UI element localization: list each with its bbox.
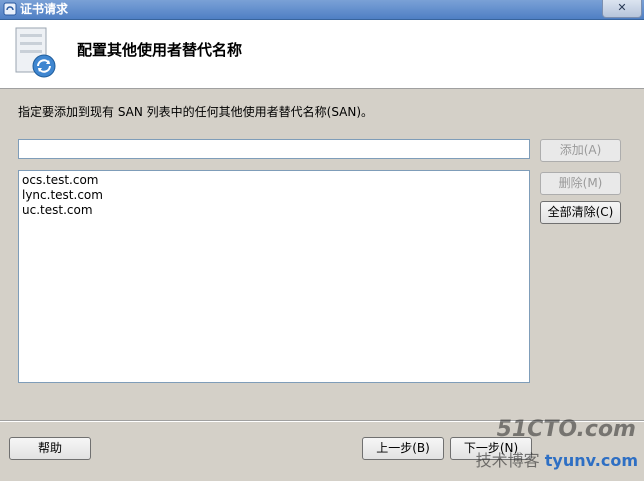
list-item[interactable]: uc.test.com <box>22 203 526 218</box>
certificate-request-icon <box>15 27 56 78</box>
add-button[interactable]: 添加(A) <box>540 139 621 162</box>
page-title: 配置其他使用者替代名称 <box>77 41 243 59</box>
clear-all-button[interactable]: 全部清除(C) <box>540 201 621 224</box>
certificate-request-dialog: 证书请求 ✕ 配置其他使用者替代名称 指定要添加到现有 SAN 列表中的任何其他… <box>0 0 644 481</box>
remove-button[interactable]: 删除(M) <box>540 172 621 195</box>
footer-separator <box>0 420 644 422</box>
close-icon: ✕ <box>617 1 627 14</box>
back-button[interactable]: 上一步(B) <box>362 437 444 460</box>
list-item[interactable]: ocs.test.com <box>22 173 526 188</box>
watermark-url: tyunv.com <box>544 451 638 470</box>
list-item[interactable]: lync.test.com <box>22 188 526 203</box>
close-button[interactable]: ✕ <box>602 0 642 18</box>
title-bar[interactable]: 证书请求 ✕ <box>0 0 644 20</box>
help-button[interactable]: 帮助 <box>9 437 91 460</box>
instructions-text: 指定要添加到现有 SAN 列表中的任何其他使用者替代名称(SAN)。 <box>18 105 374 119</box>
san-list[interactable]: ocs.test.com lync.test.com uc.test.com <box>18 170 530 383</box>
app-icon <box>3 2 17 16</box>
window-title: 证书请求 <box>20 2 69 16</box>
wizard-header: 配置其他使用者替代名称 <box>0 20 644 89</box>
next-button[interactable]: 下一步(N) <box>450 437 532 460</box>
san-input[interactable] <box>18 139 530 159</box>
